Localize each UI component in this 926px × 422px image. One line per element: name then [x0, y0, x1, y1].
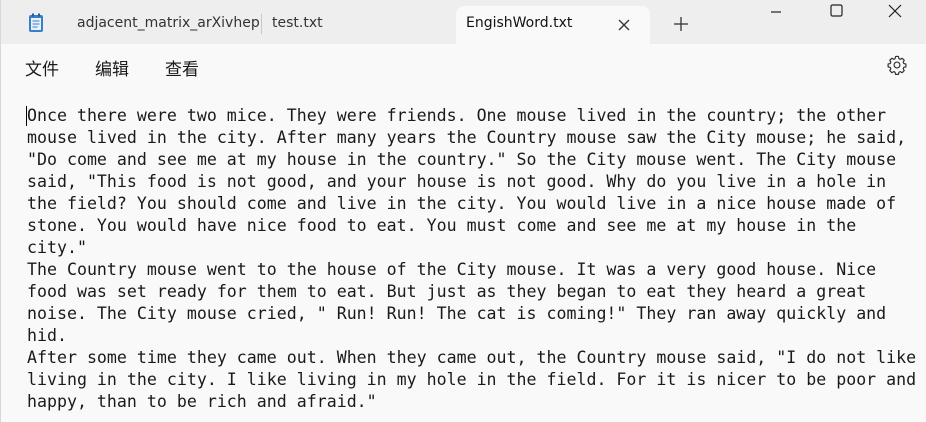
text-caret [26, 106, 27, 126]
close-icon[interactable] [614, 15, 634, 35]
text-line: living in the city. I like living in my … [27, 370, 917, 389]
title-bar: adjacent_matrix_arXivhep- test.txt Engis… [1, 0, 926, 44]
tab-label: EngishWord.txt [466, 15, 573, 31]
menu-edit[interactable]: 编辑 [95, 55, 129, 80]
tab-adjacent-matrix[interactable]: adjacent_matrix_arXivhep- [77, 15, 259, 31]
text-line: said, "This food is not good, and your h… [27, 172, 887, 191]
text-line: the field? You should come and live in t… [27, 194, 897, 213]
tab-englishword-txt[interactable]: EngishWord.txt [456, 6, 650, 44]
notepad-window: adjacent_matrix_arXivhep- test.txt Engis… [0, 0, 926, 422]
window-close-icon[interactable] [871, 0, 917, 26]
text-line: noise. The City mouse cried, " Run! Run!… [27, 304, 887, 323]
text-line: hid. [27, 326, 67, 345]
plus-icon[interactable] [671, 14, 691, 34]
text-line: food was set ready for them to eat. But … [27, 282, 867, 301]
text-editor[interactable]: Once there were two mice. They were frie… [1, 88, 926, 422]
text-line: The Country mouse went to the house of t… [27, 260, 877, 279]
minimize-icon[interactable] [753, 0, 799, 26]
menu-file[interactable]: 文件 [25, 55, 59, 80]
maximize-icon[interactable] [813, 0, 859, 26]
menu-view[interactable]: 查看 [165, 55, 199, 80]
text-line: mouse lived in the city. After many year… [27, 128, 907, 147]
tab-test-txt[interactable]: test.txt [272, 15, 323, 31]
text-line: stone. You would have nice food to eat. … [27, 216, 857, 235]
text-line: city." [27, 238, 87, 257]
gear-icon[interactable] [886, 54, 908, 76]
text-line: "Do come and see me at my house in the c… [27, 150, 897, 169]
text-line: After some time they came out. When they… [27, 348, 917, 367]
text-line: Once there were two mice. They were frie… [27, 106, 887, 125]
tab-separator [261, 14, 262, 34]
text-line: happy, than to be rich and afraid." [27, 392, 377, 411]
notepad-icon [29, 13, 43, 32]
menu-bar: 文件 编辑 查看 [1, 44, 926, 88]
